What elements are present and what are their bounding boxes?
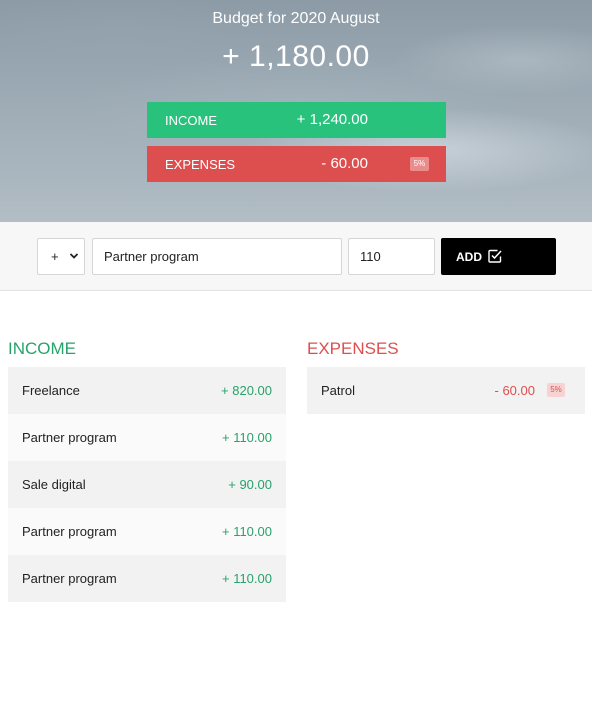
expense-percentage-badge: 5%	[547, 383, 565, 397]
income-item-description: Partner program	[22, 430, 117, 445]
income-items: Freelance + 820.00 Partner program + 110…	[8, 367, 286, 602]
income-summary-value: + 1,240.00	[296, 111, 368, 128]
income-item[interactable]: Partner program + 110.00	[8, 508, 286, 555]
check-square-icon	[488, 249, 502, 263]
expense-item-value: - 60.00	[494, 383, 535, 398]
income-item-description: Partner program	[22, 524, 117, 539]
income-item-description: Partner program	[22, 571, 117, 586]
income-item-description: Freelance	[22, 383, 80, 398]
add-button[interactable]: ADD	[441, 238, 556, 275]
amount-input[interactable]	[348, 238, 435, 275]
income-list: INCOME Freelance + 820.00 Partner progra…	[8, 338, 286, 602]
income-item-value: + 110.00	[221, 430, 272, 445]
budget-total: + 1,180.00	[222, 40, 370, 73]
expenses-list-title: EXPENSES	[307, 339, 399, 358]
income-item-value: + 90.00	[228, 477, 272, 492]
expenses-percentage-badge: 5%	[410, 157, 429, 171]
expenses-summary-label: EXPENSES	[165, 157, 236, 172]
expense-item[interactable]: Patrol - 60.00 5%	[307, 367, 585, 414]
chevron-down-icon	[69, 253, 79, 259]
income-item[interactable]: Partner program + 110.00	[8, 414, 286, 461]
expenses-summary: EXPENSES - 60.00 5%	[147, 146, 446, 182]
income-item-value: + 110.00	[221, 524, 272, 539]
add-item-bar: + ADD	[0, 222, 592, 291]
income-summary-label: INCOME	[165, 113, 217, 128]
expense-item-description: Patrol	[321, 383, 355, 398]
add-button-label: ADD	[456, 250, 482, 264]
income-summary: INCOME + 1,240.00	[147, 102, 446, 138]
expenses-summary-value: - 60.00	[321, 155, 368, 172]
expenses-items: Patrol - 60.00 5%	[307, 367, 585, 414]
income-list-title: INCOME	[8, 339, 76, 358]
description-input[interactable]	[92, 238, 342, 275]
budget-title: Budget for 2020 August	[212, 10, 380, 27]
budget-header: Budget for 2020 August + 1,180.00 INCOME…	[0, 0, 592, 222]
expenses-list: EXPENSES Patrol - 60.00 5%	[307, 338, 585, 414]
income-item[interactable]: Partner program + 110.00	[8, 555, 286, 602]
income-item-value: + 820.00	[221, 383, 272, 398]
income-item-value: + 110.00	[221, 571, 272, 586]
income-item[interactable]: Sale digital + 90.00	[8, 461, 286, 508]
income-item[interactable]: Freelance + 820.00	[8, 367, 286, 414]
type-select-value: +	[51, 249, 59, 264]
income-item-description: Sale digital	[22, 477, 86, 492]
type-select[interactable]: +	[37, 238, 85, 275]
